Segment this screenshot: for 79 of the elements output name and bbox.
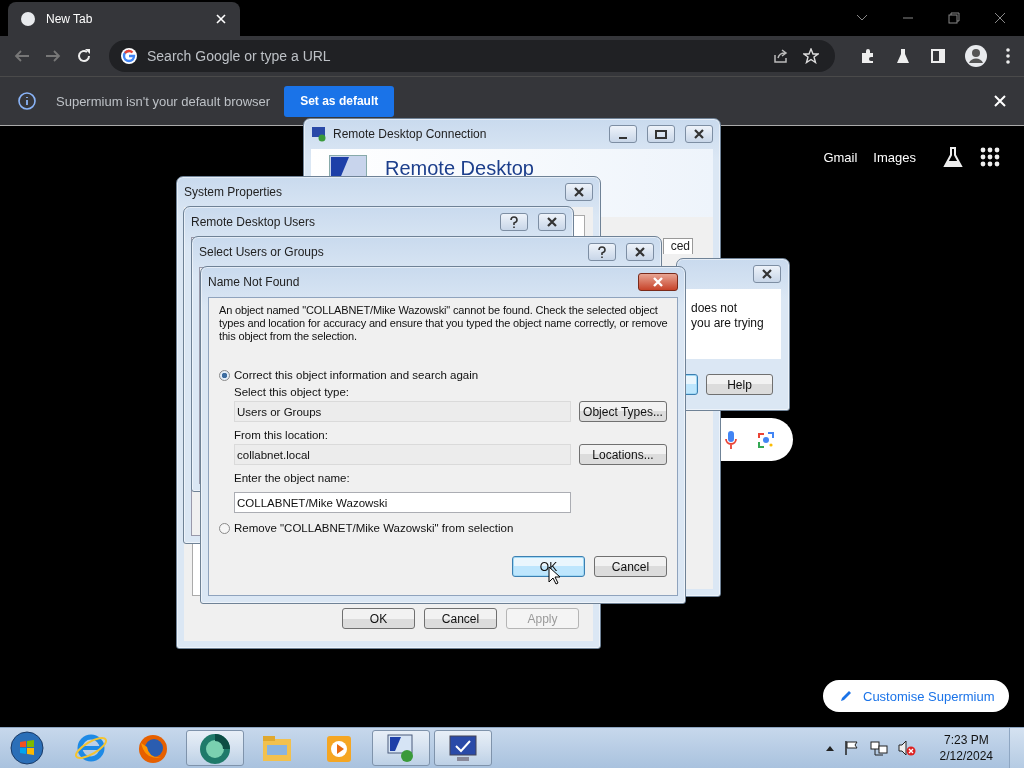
dialog-button[interactable]: Cancel <box>594 556 667 577</box>
field-label: Select this object type: <box>234 386 351 400</box>
dialog-button[interactable]: Locations... <box>579 444 667 465</box>
clock-date[interactable]: 2/12/2024 <box>939 748 993 764</box>
header-link[interactable]: Gmail <box>823 149 858 165</box>
window-title: Name Not Found <box>208 275 300 289</box>
window-title: Remote Desktop Connection <box>333 127 487 141</box>
radio-label: Remove "COLLABNET/Mike Wazowski" from selection <box>234 522 514 534</box>
address-bar[interactable]: Search Google or type a URL <box>109 40 835 72</box>
flask-icon[interactable] <box>942 146 964 168</box>
speaker-muted-icon[interactable] <box>897 740 916 756</box>
side-panel-icon[interactable] <box>930 48 946 64</box>
menu-icon[interactable] <box>1006 48 1010 64</box>
start-orb-icon[interactable] <box>10 731 44 765</box>
forward-icon[interactable] <box>45 48 61 64</box>
camera-search-icon[interactable] <box>757 430 775 449</box>
dialog-button[interactable]: Object Types... <box>579 401 667 422</box>
monitor-icon <box>311 126 327 142</box>
header-link[interactable]: Images <box>873 149 916 165</box>
back-icon[interactable] <box>14 48 30 64</box>
restore-icon[interactable] <box>948 12 960 24</box>
close-button[interactable] <box>538 213 566 231</box>
flag-icon[interactable] <box>843 740 860 756</box>
readonly-field[interactable]: Users or Groups <box>234 401 571 422</box>
message-text: does not <box>691 301 739 316</box>
help-button[interactable] <box>588 243 616 261</box>
infobar-message: Supermium isn't your default browser <box>56 93 271 109</box>
avatar-icon[interactable] <box>965 45 987 67</box>
share-icon[interactable] <box>773 48 789 64</box>
set-default-button[interactable]: Set as default <box>284 85 395 117</box>
maximize-button[interactable] <box>647 125 675 143</box>
tab[interactable]: ced <box>663 238 693 254</box>
app-heading: Remote Desktop <box>385 157 534 180</box>
field-label: Enter the object name: <box>234 472 351 486</box>
star-icon[interactable] <box>803 48 819 64</box>
search-box[interactable] <box>720 418 793 461</box>
close-button[interactable] <box>626 243 654 261</box>
radio-label: Correct this object information and search again <box>234 369 479 381</box>
reload-icon[interactable] <box>76 48 92 64</box>
readonly-field[interactable]: collabnet.local <box>234 444 571 465</box>
network-icon[interactable] <box>869 740 888 756</box>
error-message: An object named "COLLABNET/Mike Wazowski" cannot be found. Check the selected object types and location for accuracy and ensure that you typed the object name correctly, or remove this object from the selection. <box>219 304 669 343</box>
microphone-icon[interactable] <box>725 429 737 450</box>
help-button[interactable] <box>500 213 528 231</box>
close-button[interactable] <box>565 183 593 201</box>
object-name-field[interactable]: COLLABNET/Mike Wazowski <box>234 492 571 513</box>
clock-time[interactable]: 7:23 PM <box>943 732 989 748</box>
radio-button[interactable] <box>219 369 230 381</box>
dialog-button[interactable]: Cancel <box>424 608 497 629</box>
message-text: you are trying <box>691 316 765 331</box>
window-title: Select Users or Groups <box>199 245 324 259</box>
apps-grid-icon[interactable] <box>980 147 1000 167</box>
field-label: From this location: <box>234 429 329 443</box>
radio-button[interactable] <box>219 522 230 534</box>
window-title: Remote Desktop Users <box>191 215 316 229</box>
dialog-button[interactable]: Help <box>706 374 773 395</box>
minimize-button[interactable] <box>609 125 637 143</box>
close-button[interactable] <box>753 265 781 283</box>
puzzle-icon[interactable] <box>860 48 876 64</box>
flask-icon[interactable] <box>895 48 911 64</box>
chevron-down-icon[interactable] <box>856 14 868 22</box>
ring-app-icon <box>197 731 233 765</box>
tab-title: New Tab <box>46 12 94 26</box>
taskbar-button[interactable] <box>186 730 244 766</box>
dialog-button[interactable]: OK <box>512 556 585 577</box>
customise-button[interactable]: Customise Supermium <box>823 680 1009 712</box>
info-icon <box>18 92 36 110</box>
dialog-button[interactable]: OK <box>342 608 415 629</box>
caret-up-icon[interactable] <box>825 745 834 751</box>
pencil-icon <box>839 689 853 703</box>
close-button[interactable] <box>638 273 678 291</box>
tab-favicon-icon <box>20 11 36 27</box>
browser-tab[interactable]: New Tab <box>8 2 240 36</box>
window-title: System Properties <box>184 185 283 199</box>
google-icon <box>121 48 137 64</box>
taskbar-button[interactable] <box>372 730 430 766</box>
taskbar-button[interactable] <box>434 730 492 766</box>
close-button[interactable] <box>685 125 713 143</box>
close-icon[interactable] <box>994 12 1006 24</box>
